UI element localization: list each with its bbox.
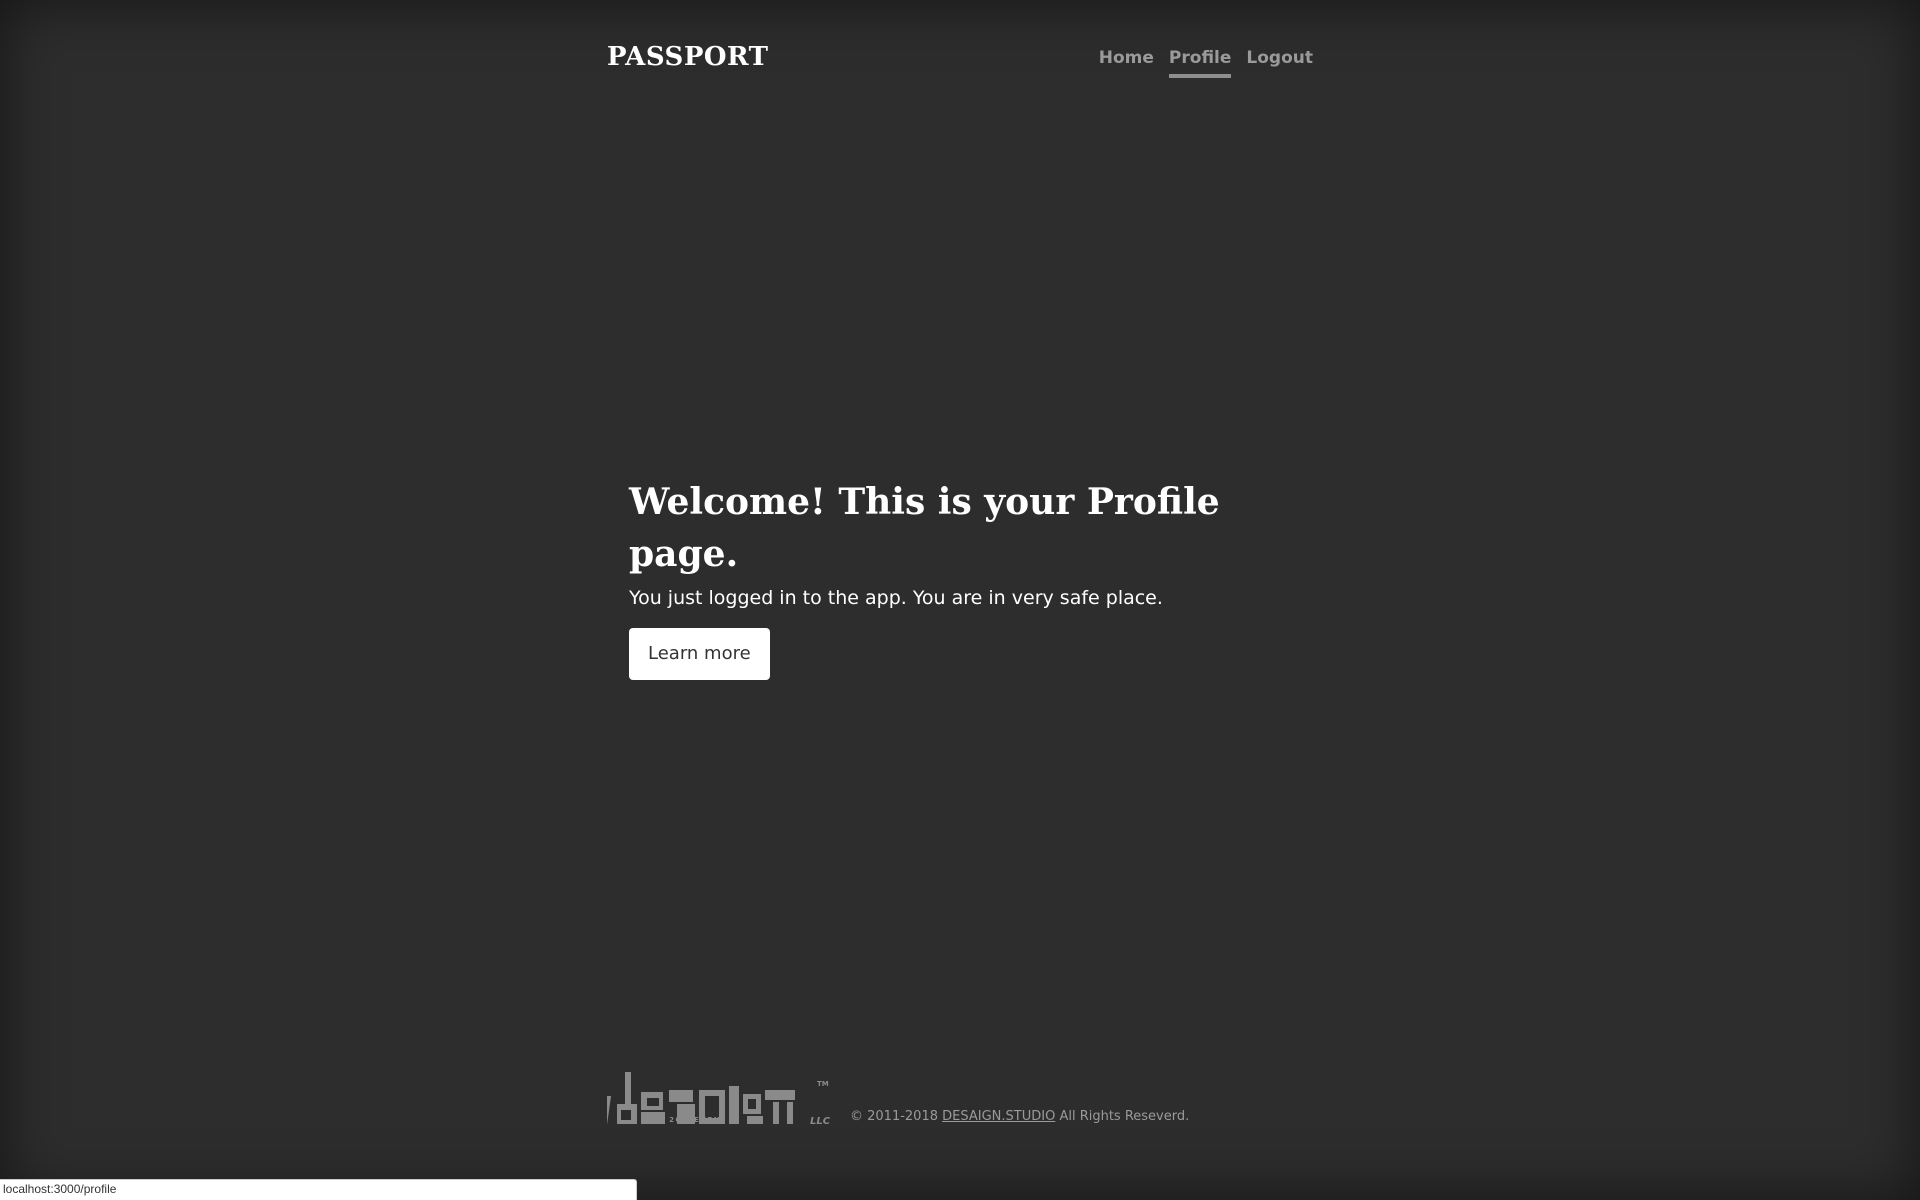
site-footer: EST. 20ELEVEN TM LLC © 2011-2018 DESAIGN… (607, 1068, 1189, 1128)
main-nav: Home Profile Logout (1099, 48, 1313, 78)
hero-subtext: You just logged in to the app. You are i… (629, 587, 1163, 609)
desaign-studio-link[interactable]: DESAIGN.STUDIO (942, 1109, 1055, 1124)
svg-text:TM: TM (817, 1080, 829, 1088)
svg-text:EST. 20ELEVEN: EST. 20ELEVEN (643, 1116, 721, 1124)
learn-more-button[interactable]: Learn more (629, 628, 770, 680)
nav-logout[interactable]: Logout (1246, 48, 1313, 78)
hero-section: Welcome! This is your Profile page. You … (629, 476, 1329, 680)
svg-text:LLC: LLC (810, 1116, 831, 1127)
copyright-text: © 2011-2018 DESAIGN.STUDIO All Rights Re… (850, 1109, 1189, 1124)
brand-logo[interactable]: PASSPORT (607, 42, 769, 72)
copyright-suffix: All Rights Reseverd. (1059, 1109, 1190, 1124)
site-header: PASSPORT Home Profile Logout (607, 38, 1313, 82)
browser-status-bar: localhost:3000/profile (0, 1179, 637, 1200)
copyright-prefix: © 2011-2018 (850, 1109, 938, 1124)
nav-profile[interactable]: Profile (1168, 48, 1232, 78)
desaign-logo: EST. 20ELEVEN TM LLC (607, 1072, 831, 1127)
page-title: Welcome! This is your Profile page. (629, 481, 1220, 575)
nav-home[interactable]: Home (1099, 48, 1154, 78)
